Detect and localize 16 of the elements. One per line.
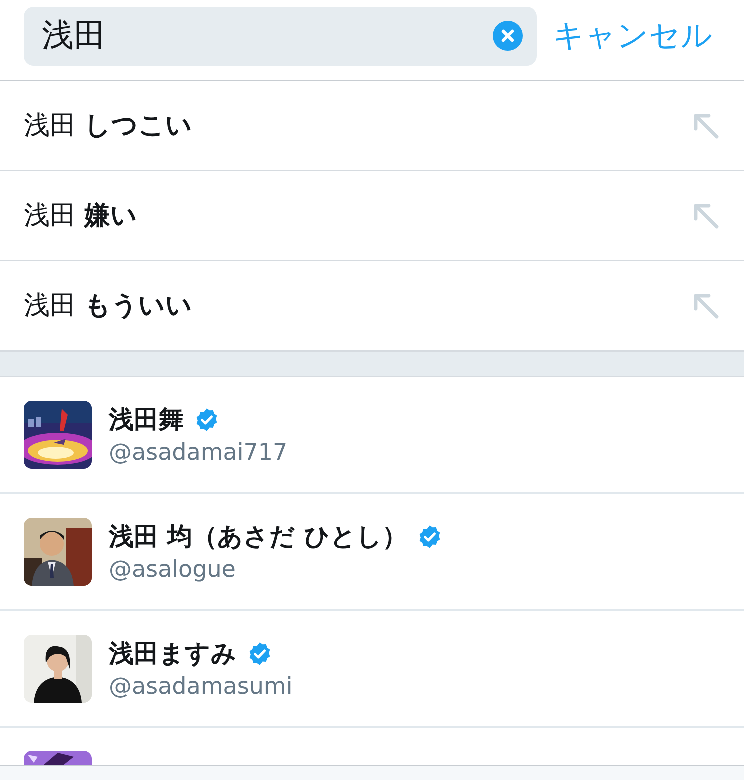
user-name: 浅田舞 bbox=[109, 404, 184, 436]
arrow-up-left-icon[interactable] bbox=[692, 112, 720, 140]
suggestion-item[interactable]: 浅田 しつこい bbox=[0, 81, 744, 171]
user-name: 浅田ますみ bbox=[109, 638, 237, 670]
user-row[interactable]: 浅田ますみ @asadamasumi bbox=[0, 611, 744, 728]
clear-icon[interactable] bbox=[493, 20, 523, 50]
user-handle: @asadamai717 bbox=[109, 440, 288, 466]
arrow-up-left-icon[interactable] bbox=[692, 202, 720, 230]
user-name: 浅田 均（あさだ ひとし） bbox=[109, 521, 408, 553]
arrow-up-left-icon[interactable] bbox=[692, 292, 720, 320]
user-handle: @asadamasumi bbox=[109, 674, 293, 700]
user-handle: @asalogue bbox=[109, 557, 237, 583]
suggestion-item[interactable]: 浅田 嫌い bbox=[0, 171, 744, 261]
search-field[interactable]: 浅田 bbox=[24, 6, 537, 66]
user-row[interactable]: 浅田舞 @asadamai717 bbox=[0, 377, 744, 494]
user-row[interactable]: 浅田 均（あさだ ひとし） @asalogue bbox=[0, 494, 744, 611]
